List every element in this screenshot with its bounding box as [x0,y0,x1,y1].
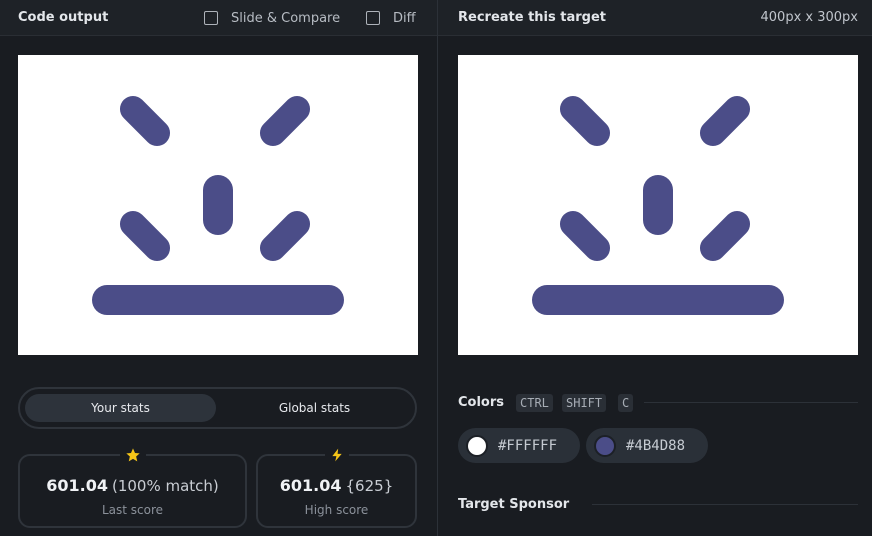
color-swatch-purple[interactable]: #4B4D88 [586,428,708,463]
diff-checkbox[interactable]: Diff [366,10,416,26]
app-root: Code output Slide & Compare Diff Your st… [0,0,872,536]
output-canvas[interactable] [18,55,418,355]
match-percent: (100% match) [111,477,219,495]
shortcut-key: CTRL [516,394,553,412]
shortcut-key: SHIFT [562,394,607,412]
score-line: 601.04 (100% match) [20,476,245,495]
lightning-icon [324,447,349,465]
color-dot [594,434,616,457]
shape-bar [694,205,756,267]
last-score-value: 601.04 [46,476,108,495]
target-size-label: 400px x 300px [760,10,858,25]
sponsor-title: Target Sponsor [458,497,570,512]
global-stats-tab[interactable]: Global stats [219,394,410,422]
shape-bar [643,175,673,235]
shape-bar [92,285,344,315]
target-header: Recreate this target 400px x 300px [438,0,872,36]
checkbox-label: Slide & Compare [231,10,341,26]
target-panel: Recreate this target 400px x 300px Color… [437,0,872,536]
shape-bar [114,90,176,152]
stats-toggle: Your stats Global stats [18,387,417,429]
shortcut-key: C [618,394,634,412]
high-score-label: High score [304,503,369,517]
divider [592,504,858,505]
score-line: 601.04 {625} [258,476,415,495]
high-score-card: 601.04 {625} High score [256,447,417,528]
target-canvas[interactable] [458,55,858,355]
shape-bar [694,90,756,152]
code-output-header: Code output Slide & Compare Diff [0,0,437,36]
high-score-value: 601.04 [279,476,342,495]
divider [644,402,858,403]
star-icon [119,447,146,465]
shape-bar [554,90,616,152]
shape-bar [203,175,233,235]
checkbox-box[interactable] [204,11,218,25]
your-stats-tab[interactable]: Your stats [25,394,216,422]
shape-bar [254,205,316,267]
colors-title: Colors [458,395,505,410]
panel-title: Recreate this target [458,10,607,25]
shape-bar [532,285,784,315]
code-output-panel: Code output Slide & Compare Diff Your st… [0,0,437,536]
shape-bar [114,205,176,267]
last-score-label: Last score [101,503,164,517]
checkbox-box[interactable] [366,11,380,25]
checkbox-label: Diff [393,10,416,26]
high-score-extra: {625} [345,477,394,495]
last-score-card: 601.04 (100% match) Last score [18,447,247,528]
color-swatch-white[interactable]: #FFFFFF [458,428,580,463]
color-hex: #FFFFFF [498,437,558,454]
color-hex: #4B4D88 [626,437,686,454]
slide-compare-checkbox[interactable]: Slide & Compare [204,10,340,26]
panel-title: Code output [18,10,109,25]
shape-bar [554,205,616,267]
shape-bar [254,90,316,152]
color-dot [466,434,488,457]
